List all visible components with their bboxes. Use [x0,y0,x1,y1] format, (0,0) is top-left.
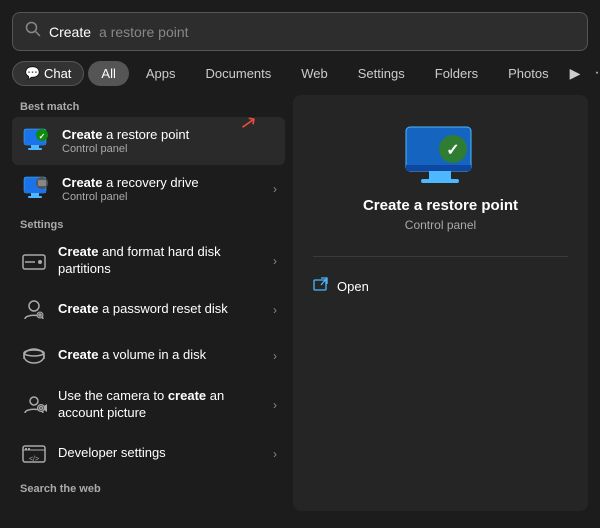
svg-text:</>: </> [29,456,39,463]
chevron-right-icon-3: › [273,349,277,363]
settings-item-password[interactable]: Create a password reset disk › [12,287,285,333]
password-icon [20,296,48,324]
settings-item-volume[interactable]: Create a volume in a disk › [12,333,285,379]
chevron-right-icon-2: › [273,303,277,317]
volume-icon [20,342,48,370]
web-search-item[interactable]: Create - See web results › [12,499,285,511]
search-bar: Create a restore point [12,12,588,51]
filter-tabs: 💬 Chat All Apps Documents Web Settings F… [0,59,600,95]
left-panel: Best match ↙ ✓ Create [0,95,285,511]
result-bold-create: Create [62,127,102,142]
tab-web-label: Web [301,66,328,81]
result-title-recovery: Create a recovery drive [62,175,263,190]
tab-photos-label: Photos [508,66,548,81]
search-placeholder: a restore point [99,24,189,40]
settings-text-harddisk: Create and format hard disk partitions [58,244,263,278]
tab-web[interactable]: Web [288,61,341,86]
result-item-restore[interactable]: ↙ ✓ Create a restore point Co [12,117,285,165]
tab-photos[interactable]: Photos [495,61,561,86]
preview-title: Create a restore point [363,197,518,214]
tab-apps-label: Apps [146,66,176,81]
tab-chat[interactable]: 💬 Chat [12,61,84,86]
settings-item-harddisk[interactable]: Create and format hard disk partitions › [12,235,285,287]
camera-icon [20,391,48,419]
open-icon [313,277,329,296]
developer-icon: </> [20,440,48,468]
chevron-right-icon: › [273,182,277,196]
chevron-right-icon-4: › [273,398,277,412]
result-text-restore: Create a restore point Control panel [62,127,277,155]
main-content: Best match ↙ ✓ Create [0,95,600,511]
tab-documents-label: Documents [206,66,272,81]
result-text-recovery: Create a recovery drive Control panel [62,175,263,203]
settings-text-password: Create a password reset disk [58,301,263,318]
tab-all[interactable]: All [88,61,128,86]
preview-subtitle: Control panel [405,218,476,232]
best-match-label: Best match [12,95,285,117]
result-subtitle-recovery: Control panel [62,191,263,203]
result-title-restore: Create a restore point [62,127,277,142]
result-item-recovery[interactable]: Create a recovery drive Control panel › [12,165,285,213]
right-panel: ✓ Create a restore point Control panel O… [293,95,588,511]
svg-text:✓: ✓ [446,142,459,159]
result-subtitle-restore: Control panel [62,143,277,155]
search-icon [25,21,41,42]
settings-text-camera: Use the camera to create an account pict… [58,388,263,422]
divider [313,256,568,257]
tab-settings-label: Settings [358,66,405,81]
open-label: Open [337,279,369,294]
web-section-label: Search the web [12,477,285,499]
preview-app-icon: ✓ [401,125,481,185]
settings-section-label: Settings [12,213,285,235]
more-button[interactable]: ··· [588,60,600,86]
chevron-right-icon-1: › [273,254,277,268]
tab-folders-label: Folders [435,66,478,81]
tab-documents[interactable]: Documents [193,61,285,86]
tab-chat-label: Chat [44,66,71,81]
recovery-drive-icon [20,173,52,205]
web-search-icon [20,508,48,511]
settings-text-developer: Developer settings [58,445,263,462]
settings-item-developer[interactable]: </> Developer settings › [12,431,285,477]
open-action[interactable]: Open [313,273,568,300]
search-query: Create [49,24,91,40]
chat-icon: 💬 [25,66,40,80]
restore-point-icon: ✓ [20,125,52,157]
svg-text:✓: ✓ [39,132,46,141]
tab-all-label: All [101,66,115,81]
settings-text-volume: Create a volume in a disk [58,347,263,364]
play-button[interactable]: ▶ [566,65,585,82]
tab-settings[interactable]: Settings [345,61,418,86]
tab-apps[interactable]: Apps [133,61,189,86]
chevron-right-icon-5: › [273,447,277,461]
settings-item-camera[interactable]: Use the camera to create an account pict… [12,379,285,431]
harddisk-icon [20,247,48,275]
result-rest: a restore point [106,127,189,142]
tab-folders[interactable]: Folders [422,61,491,86]
